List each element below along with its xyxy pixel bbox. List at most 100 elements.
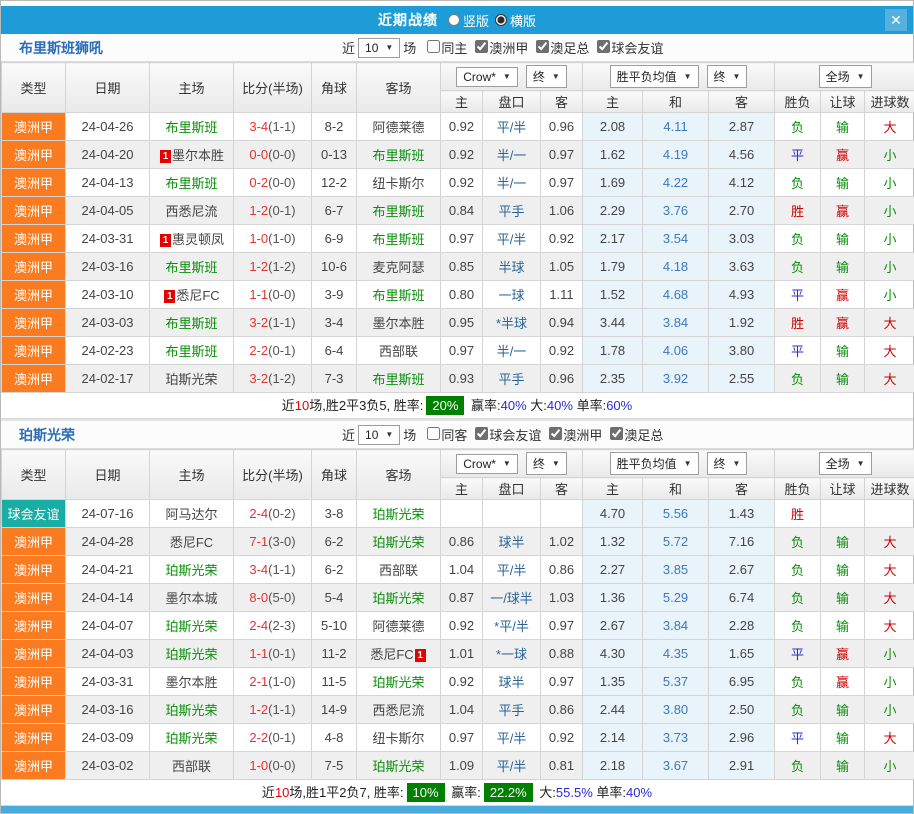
avg-select[interactable]: 胜平负均值▼ (610, 65, 699, 88)
avg-home-cell: 1.35 (583, 668, 643, 696)
handicap-result-cell: 赢 (821, 309, 865, 337)
avg-away-cell: 1.65 (709, 640, 775, 668)
avg-home-cell: 1.79 (583, 253, 643, 281)
odds-final-select[interactable]: 终▼ (526, 65, 567, 88)
match-type-cell: 澳洲甲 (2, 225, 66, 253)
match-type-cell: 澳洲甲 (2, 640, 66, 668)
avg-draw-cell: 5.56 (643, 500, 709, 528)
col-handicap: 盘口 (483, 478, 541, 500)
home-team-cell: 珀斯光荣 (150, 365, 234, 393)
filter-checkbox-1[interactable] (475, 40, 488, 53)
match-date-cell: 24-04-13 (66, 169, 150, 197)
avg-draw-cell: 4.35 (643, 640, 709, 668)
odds-source-select[interactable]: Crow*▼ (456, 454, 518, 474)
goals-result-cell: 小 (865, 640, 914, 668)
filter-checkbox-0[interactable] (427, 427, 440, 440)
fulltime-select[interactable]: 全场▼ (819, 65, 872, 88)
odds-away-cell: 0.88 (541, 640, 583, 668)
match-date-cell: 24-03-16 (66, 696, 150, 724)
home-team-cell: 1惠灵顿凤 (150, 225, 234, 253)
avg-away-cell: 2.28 (709, 612, 775, 640)
summary-text: 60% (606, 398, 632, 413)
handicap-cell: 平/半 (483, 556, 541, 584)
odds-final-select[interactable]: 终▼ (526, 452, 567, 475)
avg-home-cell: 2.08 (583, 113, 643, 141)
chevron-down-icon: ▼ (857, 459, 865, 468)
goals-result-cell: 大 (865, 724, 914, 752)
col-avg-away: 客 (709, 478, 775, 500)
handicap-cell: 平/半 (483, 225, 541, 253)
col-odds-away: 客 (541, 478, 583, 500)
avg-home-cell: 1.32 (583, 528, 643, 556)
result-cell: 负 (775, 556, 821, 584)
match-type-cell: 球会友谊 (2, 500, 66, 528)
score-cell: 1-1(0-0) (234, 281, 312, 309)
odds-source-select[interactable]: Crow*▼ (456, 67, 518, 87)
close-icon[interactable]: ✕ (885, 9, 907, 31)
match-type-cell: 澳洲甲 (2, 612, 66, 640)
result-cell: 负 (775, 752, 821, 780)
avg-home-cell: 2.67 (583, 612, 643, 640)
radio-horizontal[interactable] (495, 14, 507, 26)
near-count-select[interactable]: 10 ▼ (358, 425, 400, 445)
away-team-cell: 墨尔本胜 (357, 309, 441, 337)
avg-away-cell: 4.93 (709, 281, 775, 309)
filter-checkbox-3[interactable] (610, 427, 623, 440)
radio-vertical[interactable] (448, 14, 460, 26)
match-type-cell: 澳洲甲 (2, 141, 66, 169)
odds-group-header: Crow*▼ 终▼ (441, 63, 583, 91)
avg-final-select[interactable]: 终▼ (707, 65, 748, 88)
away-team-cell: 悉尼FC1 (357, 640, 441, 668)
near-label: 近 (342, 38, 355, 57)
filter-checkbox-2[interactable] (549, 427, 562, 440)
score-cell: 8-0(5-0) (234, 584, 312, 612)
filter-checkbox-3[interactable] (597, 40, 610, 53)
avg-draw-cell: 4.18 (643, 253, 709, 281)
filter-checkboxes: 同主澳洲甲澳足总球会友谊 (419, 38, 663, 57)
summary-text: 40% (501, 398, 527, 413)
avg-home-cell: 3.44 (583, 309, 643, 337)
result-cell: 负 (775, 253, 821, 281)
match-date-cell: 24-02-23 (66, 337, 150, 365)
fulltime-group-header: 全场▼ (775, 63, 914, 91)
match-date-cell: 24-03-31 (66, 225, 150, 253)
handicap-cell: *平/半 (483, 612, 541, 640)
away-team-cell: 纽卡斯尔 (357, 724, 441, 752)
handicap-cell: *半球 (483, 309, 541, 337)
col-type: 类型 (2, 63, 66, 113)
near-count-select[interactable]: 10 ▼ (358, 38, 400, 58)
col-result: 胜负 (775, 478, 821, 500)
avg-select[interactable]: 胜平负均值▼ (610, 452, 699, 475)
handicap-cell: 半/一 (483, 141, 541, 169)
radio-vertical-option[interactable]: 竖版 (448, 11, 489, 30)
avg-final-select[interactable]: 终▼ (707, 452, 748, 475)
filter-checkbox-1[interactable] (475, 427, 488, 440)
rank-badge: 1 (160, 234, 171, 247)
avg-home-cell: 2.14 (583, 724, 643, 752)
match-type-cell: 澳洲甲 (2, 365, 66, 393)
filter-checkbox-2[interactable] (536, 40, 549, 53)
col-home: 主场 (150, 63, 234, 113)
table-row: 澳洲甲 24-04-13 布里斯班 0-2(0-0) 12-2 纽卡斯尔 0.9… (2, 169, 914, 197)
avg-away-cell: 3.03 (709, 225, 775, 253)
odds-away-cell: 0.97 (541, 141, 583, 169)
handicap-result-cell: 输 (821, 556, 865, 584)
avg-group-header: 胜平负均值▼ 终▼ (583, 63, 775, 91)
match-type-cell: 澳洲甲 (2, 528, 66, 556)
filter-checkbox-0[interactable] (427, 40, 440, 53)
home-team-cell: 珀斯光荣 (150, 640, 234, 668)
handicap-result-cell: 赢 (821, 640, 865, 668)
goals-result-cell: 大 (865, 528, 914, 556)
score-cell: 3-4(1-1) (234, 113, 312, 141)
avg-away-cell: 2.55 (709, 365, 775, 393)
col-avg-away: 客 (709, 91, 775, 113)
odds-home-cell: 0.87 (441, 584, 483, 612)
match-type-cell: 澳洲甲 (2, 584, 66, 612)
fulltime-select[interactable]: 全场▼ (819, 452, 872, 475)
filter-bar: 近 10 ▼ 场 同主澳洲甲澳足总球会友谊 (339, 38, 663, 58)
avg-home-cell: 2.29 (583, 197, 643, 225)
avg-draw-cell: 4.06 (643, 337, 709, 365)
score-cell: 0-0(0-0) (234, 141, 312, 169)
radio-horizontal-option[interactable]: 横版 (495, 11, 536, 30)
filter-checkbox-label: 澳洲甲 (563, 428, 602, 443)
